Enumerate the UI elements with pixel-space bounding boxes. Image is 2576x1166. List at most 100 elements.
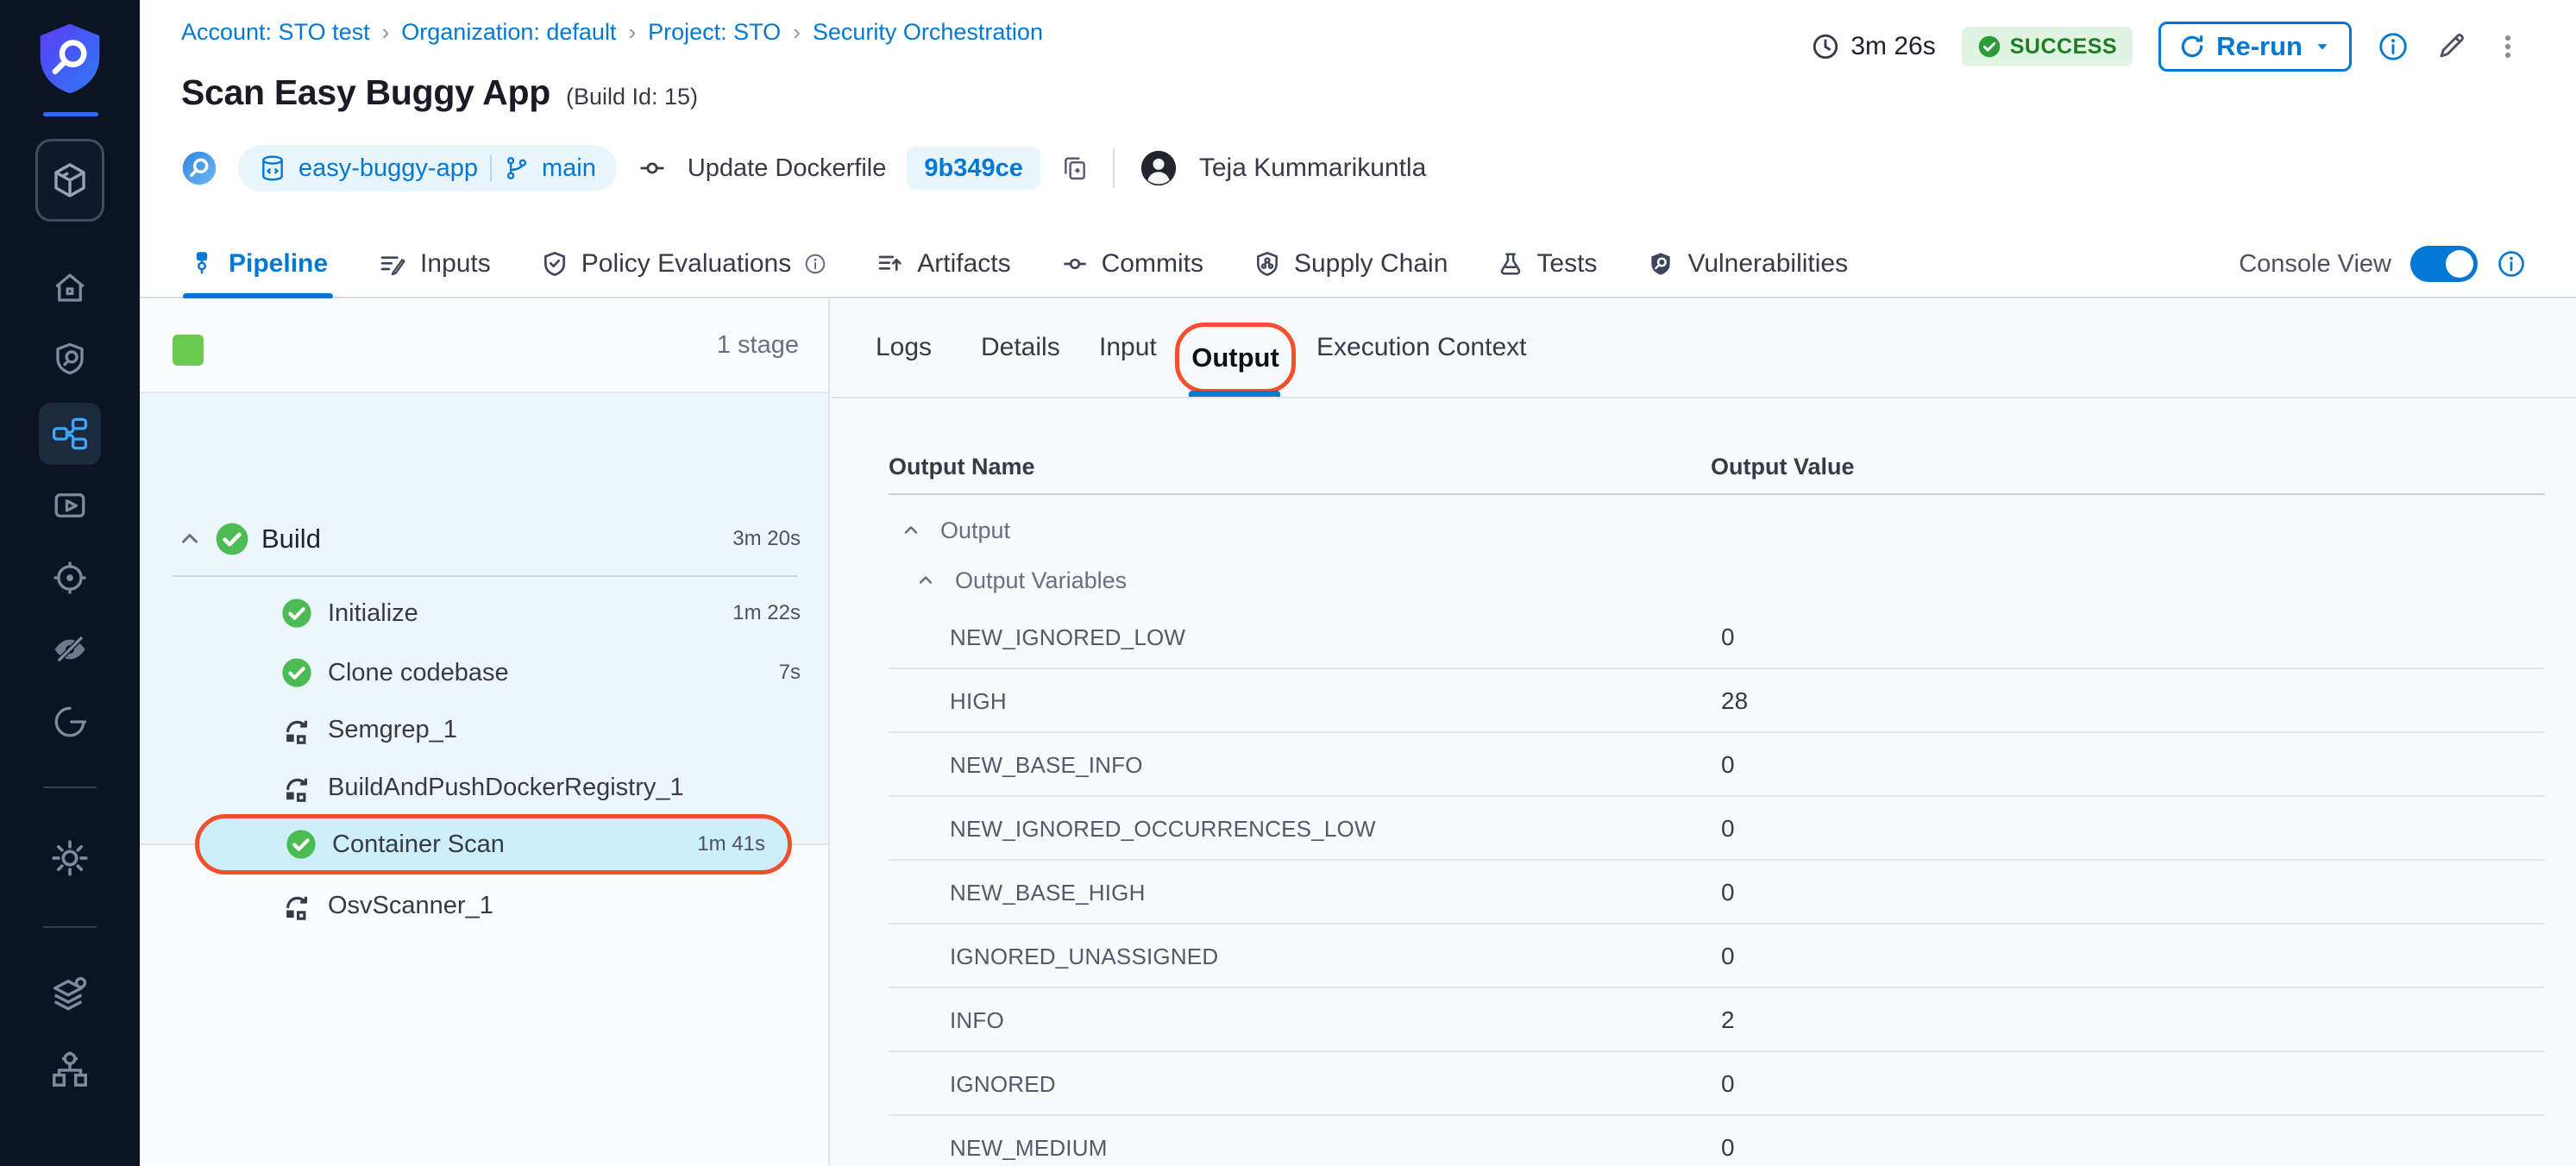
output-value: 0 — [1721, 1134, 1735, 1162]
table-group-output[interactable]: Output — [889, 505, 2545, 555]
output-name: INFO — [950, 1007, 1004, 1034]
exemptions-eye-slash-icon[interactable] — [0, 631, 140, 668]
output-value: 28 — [1721, 687, 1748, 715]
chevron-up-icon[interactable] — [177, 526, 203, 552]
stage-count-label: 1 stage — [717, 331, 799, 360]
step-row-initialize[interactable]: Initialize 1m 22s — [140, 585, 828, 642]
detail-tab-output[interactable]: Output — [1191, 342, 1279, 373]
info-icon[interactable] — [2497, 249, 2526, 279]
stage-duration: 3m 20s — [732, 527, 801, 551]
chevron-up-icon[interactable] — [915, 570, 936, 591]
settings-gear-icon[interactable] — [0, 838, 140, 878]
detail-tab-input[interactable]: Input — [1099, 333, 1157, 362]
page-title: Scan Easy Buggy App — [181, 72, 550, 113]
console-view-label: Console View — [2239, 250, 2391, 279]
rerun-step-icon — [280, 889, 313, 922]
console-view-toggle[interactable] — [2410, 246, 2478, 282]
targets-crosshair-icon[interactable] — [0, 560, 140, 596]
stage-status-square — [173, 335, 204, 366]
repo-name-link[interactable]: easy-buggy-app — [298, 154, 478, 183]
table-row: NEW_IGNORED_LOW 0 — [889, 605, 2545, 669]
home-icon[interactable] — [0, 270, 140, 306]
column-header-output-name: Output Name — [889, 454, 1035, 480]
rerun-button[interactable]: Re-run — [2158, 22, 2352, 72]
detail-tab-details[interactable]: Details — [981, 333, 1060, 362]
chevron-up-icon[interactable] — [901, 520, 921, 541]
rerun-step-icon — [280, 713, 313, 746]
commit-message[interactable]: Update Dockerfile — [688, 154, 887, 183]
policy-shield-icon — [541, 250, 569, 278]
avatar[interactable] — [1139, 148, 1178, 188]
step-name: Container Scan — [332, 831, 505, 859]
step-row-semgrep[interactable]: Semgrep_1 — [140, 701, 828, 758]
inputs-icon — [378, 250, 407, 278]
sto-shield-logo[interactable] — [0, 22, 140, 103]
info-icon[interactable] — [2378, 31, 2409, 62]
breadcrumb-project[interactable]: Project: STO — [648, 19, 781, 46]
step-row-clone-codebase[interactable]: Clone codebase 7s — [140, 644, 828, 701]
sto-stage-icon — [181, 150, 217, 186]
output-name: HIGH — [950, 688, 1007, 715]
tab-inputs[interactable]: Inputs — [378, 230, 491, 298]
step-duration: 7s — [779, 661, 801, 685]
tab-tests[interactable]: Tests — [1498, 230, 1597, 298]
artifacts-icon — [876, 250, 904, 278]
breadcrumb-account[interactable]: Account: STO test — [181, 19, 370, 46]
output-value: 0 — [1721, 879, 1735, 906]
commit-sha-pill[interactable]: 9b349ce — [907, 147, 1040, 190]
info-icon[interactable] — [804, 253, 826, 275]
breadcrumb-organization[interactable]: Organization: default — [401, 19, 616, 46]
execution-tab-bar: Pipeline Inputs Policy Evaluations — [140, 231, 2576, 298]
overview-shield-search-icon[interactable] — [0, 341, 140, 377]
step-name: Initialize — [328, 599, 418, 628]
org-settings-icon[interactable] — [0, 1049, 140, 1088]
pipelines-icon[interactable] — [39, 403, 101, 465]
step-row-osvscanner[interactable]: OsvScanner_1 — [140, 877, 828, 934]
step-name: Semgrep_1 — [328, 716, 457, 744]
sidebar-divider — [43, 926, 97, 928]
output-name: NEW_IGNORED_LOW — [950, 624, 1185, 651]
branch-name-link[interactable]: main — [542, 154, 596, 183]
refresh-icon — [2178, 33, 2206, 60]
getting-started-power-icon[interactable] — [0, 704, 140, 740]
tab-supply-chain[interactable]: Supply Chain — [1253, 230, 1448, 298]
tab-artifacts[interactable]: Artifacts — [876, 230, 1010, 298]
repository-icon — [259, 154, 286, 182]
tab-pipeline[interactable]: Pipeline — [188, 230, 328, 298]
commit-icon — [638, 154, 667, 183]
table-header-row: Output Name Output Value — [889, 440, 2545, 495]
output-name: IGNORED_UNASSIGNED — [950, 943, 1218, 970]
tab-vulnerabilities[interactable]: Vulnerabilities — [1647, 230, 1848, 298]
output-value: 0 — [1721, 943, 1735, 970]
table-row: NEW_MEDIUM 0 — [889, 1116, 2545, 1166]
more-options-kebab-icon[interactable] — [2493, 32, 2523, 61]
left-nav-sidebar — [0, 0, 140, 1166]
edit-pencil-icon[interactable] — [2435, 30, 2467, 63]
annotation-output-tab: Output — [1175, 323, 1296, 393]
tab-policy-evaluations[interactable]: Policy Evaluations — [541, 230, 826, 298]
group-label: Output Variables — [955, 567, 1127, 594]
status-badge: SUCCESS — [1962, 27, 2133, 66]
group-divider — [173, 575, 797, 577]
table-group-output-variables[interactable]: Output Variables — [889, 555, 2545, 605]
app-root: Account: STO test › Organization: defaul… — [0, 0, 2576, 1166]
executions-play-icon[interactable] — [0, 487, 140, 523]
detail-tab-logs[interactable]: Logs — [876, 333, 932, 362]
copy-icon[interactable] — [1061, 154, 1089, 182]
breadcrumb-module[interactable]: Security Orchestration — [813, 19, 1043, 46]
output-value: 0 — [1721, 624, 1735, 651]
table-row: NEW_BASE_HIGH 0 — [889, 861, 2545, 925]
layers-settings-icon[interactable] — [0, 975, 140, 1014]
meta-divider — [1113, 148, 1115, 188]
step-row-buildandpush[interactable]: BuildAndPushDockerRegistry_1 — [140, 759, 828, 816]
stage-execution-panel: 1 stage Build 3m 20s Initialize 1m 22s — [140, 298, 830, 1166]
tab-commits[interactable]: Commits — [1061, 230, 1203, 298]
step-row-container-scan-selected-annotated[interactable]: Container Scan 1m 41s — [195, 814, 792, 874]
step-details-panel: Logs Details Input Output Execution Cont… — [832, 298, 2576, 1166]
detail-tab-execution-context[interactable]: Execution Context — [1316, 333, 1526, 362]
module-cube-icon[interactable] — [35, 139, 104, 222]
sidebar-divider — [43, 787, 97, 788]
step-duration: 1m 22s — [732, 601, 801, 625]
success-check-icon — [280, 597, 313, 630]
stage-row-build[interactable]: Build 3m 20s — [140, 511, 828, 567]
